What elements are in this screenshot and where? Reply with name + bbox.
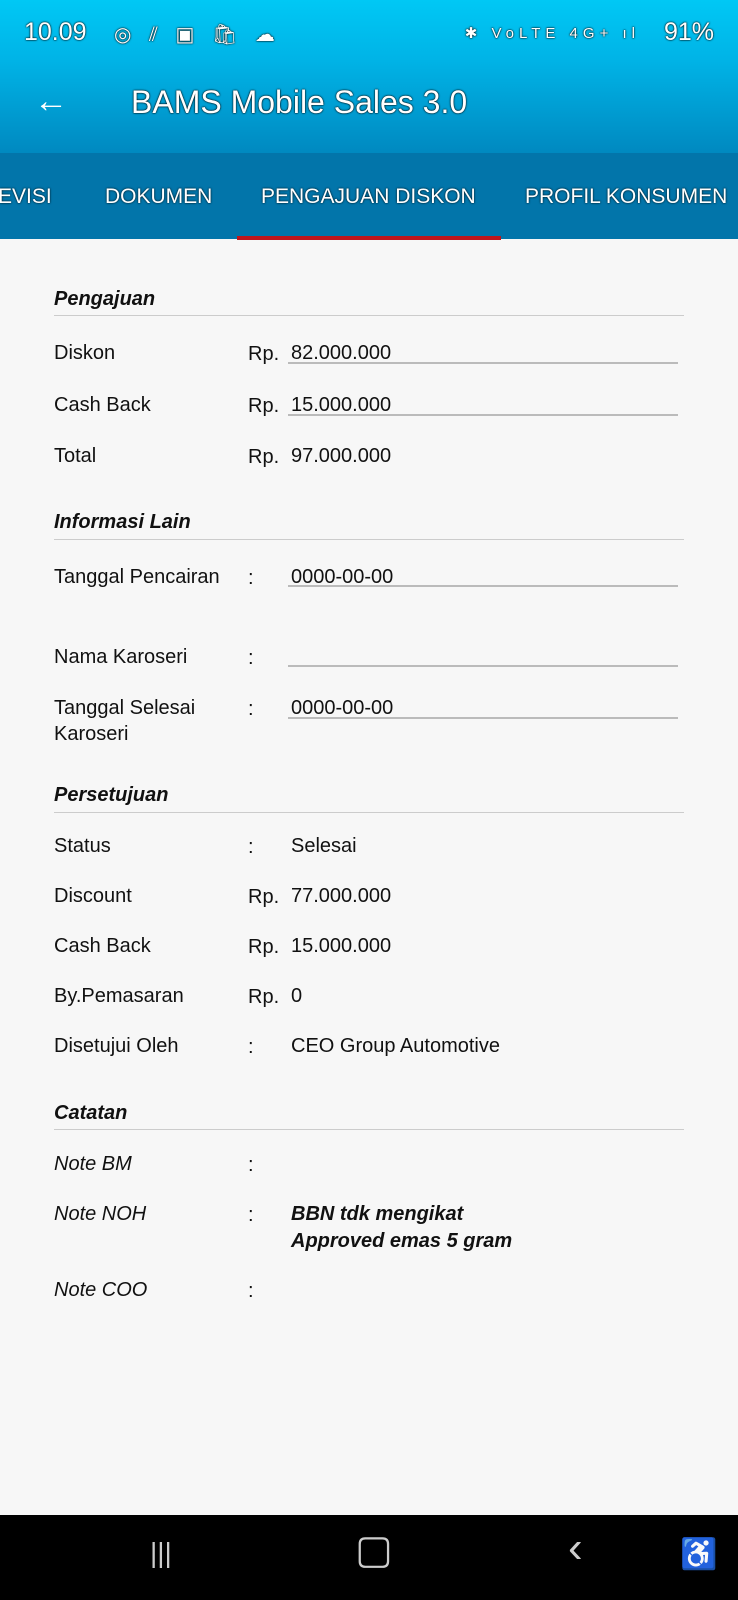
page-title: BAMS Mobile Sales 3.0: [131, 84, 468, 120]
accessibility-icon[interactable]: ♿: [680, 1537, 717, 1572]
status-time: 10.09: [24, 18, 87, 46]
divider: [54, 539, 684, 540]
input-underline: [288, 414, 678, 416]
tab-revisi[interactable]: EVISI: [0, 185, 52, 209]
active-tab-indicator: [237, 236, 501, 240]
label-cash-back: Cash Back: [54, 935, 151, 957]
signal-icons: ✱ VoLTE 4G+ ıl: [464, 25, 640, 42]
tab-bar: EVISI DOKUMEN PENGAJUAN DISKON PROFIL KO…: [0, 153, 738, 240]
label-nama-karoseri: Nama Karoseri: [54, 646, 188, 668]
label-total: Total: [54, 445, 97, 467]
label-by-pemasaran: By.Pemasaran: [54, 985, 184, 1007]
note-noh-line2: Approved emas 5 gram: [291, 1230, 513, 1252]
section-persetujuan: Persetujuan: [54, 784, 169, 806]
app-header: 10.09 ◎ ⫽ ▣ 🛍 ☁ ✱ VoLTE 4G+ ıl 91% ← BAM…: [0, 0, 738, 153]
battery-level: 91%: [663, 18, 714, 46]
notification-icons: ◎ ⫽ ▣ 🛍 ☁: [114, 24, 281, 46]
divider: [54, 1129, 684, 1130]
label-note-bm: Note BM: [54, 1153, 132, 1175]
tab-dokumen[interactable]: DOKUMEN: [105, 185, 212, 209]
back-icon[interactable]: ‹: [568, 1523, 583, 1573]
prefix: Rp.: [248, 936, 280, 958]
section-catatan: Catatan: [54, 1102, 128, 1124]
total-value: 97.000.000: [291, 445, 392, 467]
input-underline: [288, 362, 678, 364]
prefix: Rp.: [248, 446, 280, 468]
tab-pengajuan-diskon[interactable]: PENGAJUAN DISKON: [261, 185, 476, 209]
label-status: Status: [54, 835, 111, 857]
separator: :: [248, 1036, 254, 1058]
label-cash-back: Cash Back: [54, 394, 151, 416]
system-nav-bar: ||| ▢ ‹ ♿: [0, 1515, 738, 1600]
status-value: Selesai: [291, 835, 357, 857]
prefix: Rp.: [248, 343, 280, 365]
separator: :: [248, 647, 254, 669]
separator: :: [248, 1204, 254, 1226]
separator: :: [248, 567, 254, 589]
status-bar: 10.09 ◎ ⫽ ▣ 🛍 ☁ ✱ VoLTE 4G+ ıl 91%: [24, 18, 714, 52]
label-note-coo: Note COO: [54, 1279, 148, 1301]
prefix: Rp.: [248, 986, 280, 1008]
label-tanggal-selesai-karoseri: Tanggal Selesai Karoseri: [54, 697, 196, 745]
label-discount: Discount: [54, 885, 132, 907]
discount-value: 77.000.000: [291, 885, 392, 907]
prefix: Rp.: [248, 395, 280, 417]
prefix: Rp.: [248, 886, 280, 908]
divider: [54, 812, 684, 813]
input-underline: [288, 665, 678, 667]
cash-back-value: 15.000.000: [291, 935, 392, 957]
divider: [54, 315, 684, 316]
label-disetujui-oleh: Disetujui Oleh: [54, 1035, 179, 1057]
separator: :: [248, 1280, 254, 1302]
section-informasi-lain: Informasi Lain: [54, 511, 191, 533]
label-note-noh: Note NOH: [54, 1203, 147, 1225]
label-diskon: Diskon: [54, 342, 116, 364]
tab-profil-konsumen[interactable]: PROFIL KONSUMEN: [525, 185, 727, 209]
label-tanggal-pencairan: Tanggal Pencairan: [54, 566, 220, 588]
back-arrow-icon[interactable]: ←: [34, 82, 68, 121]
separator: :: [248, 698, 254, 720]
input-underline: [288, 717, 678, 719]
separator: :: [248, 1154, 254, 1176]
input-underline: [288, 585, 678, 587]
section-pengajuan: Pengajuan: [54, 288, 156, 310]
recent-apps-icon[interactable]: |||: [150, 1537, 172, 1569]
by-pemasaran-value: 0: [291, 985, 303, 1007]
separator: :: [248, 836, 254, 858]
disetujui-oleh-value: CEO Group Automotive: [291, 1035, 500, 1057]
home-icon[interactable]: ▢: [355, 1527, 393, 1573]
note-noh-line1: BBN tdk mengikat: [291, 1203, 464, 1225]
